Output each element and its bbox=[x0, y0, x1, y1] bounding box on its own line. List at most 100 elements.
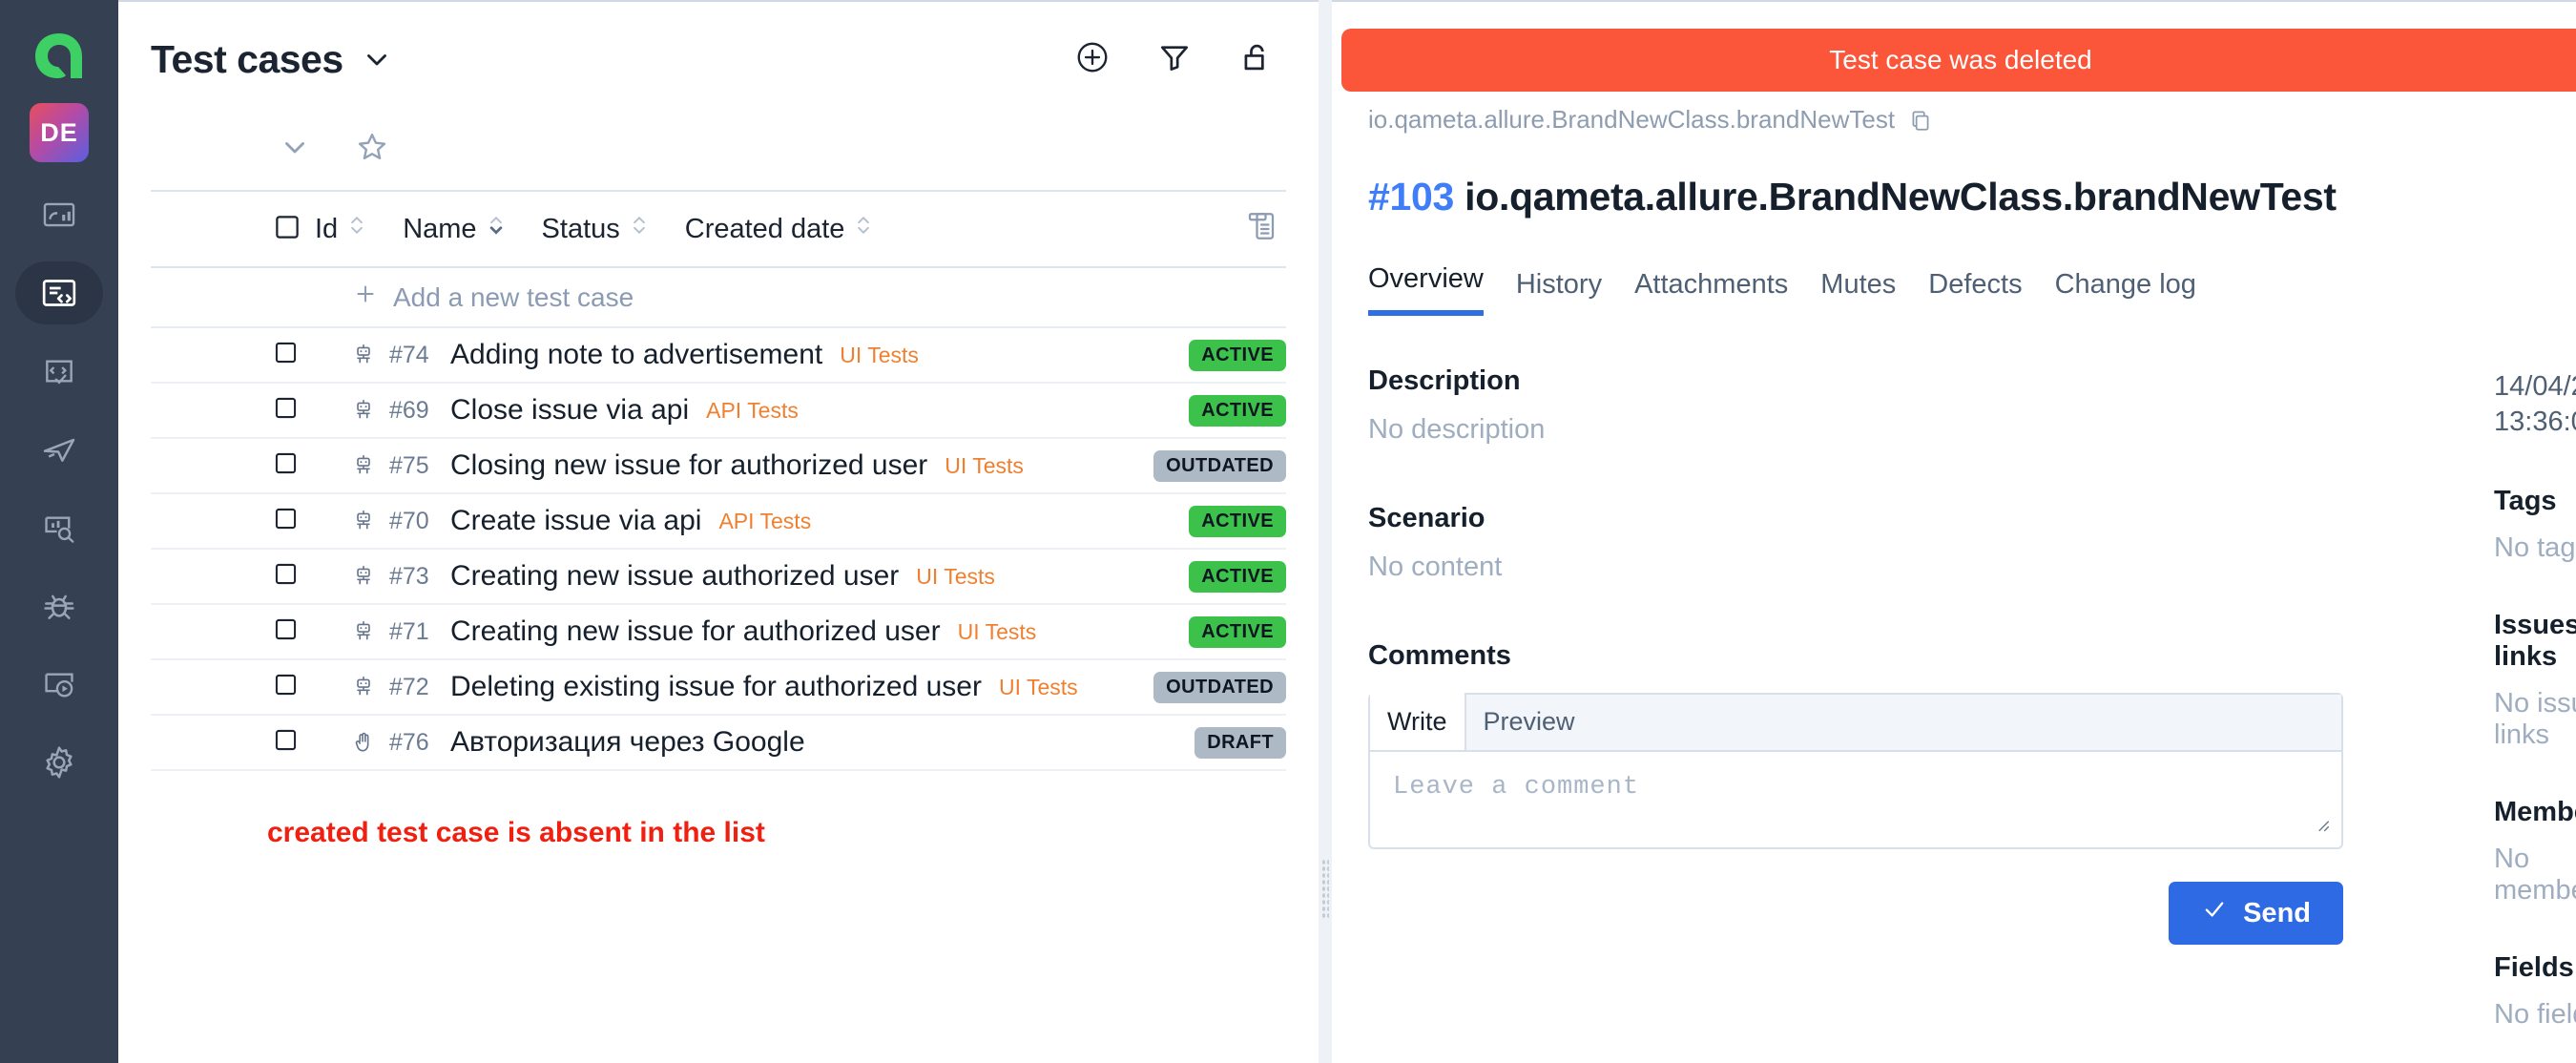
column-header-id[interactable]: Id bbox=[315, 212, 366, 246]
row-id: #71 bbox=[389, 617, 429, 645]
row-tag: UI Tests bbox=[998, 674, 1078, 699]
tab-overview[interactable]: Overview bbox=[1368, 263, 1484, 316]
toast-notification[interactable]: Test case was deleted bbox=[1341, 29, 2576, 92]
column-header-created-date[interactable]: Created date bbox=[685, 212, 874, 246]
status-badge: OUTDATED bbox=[1153, 671, 1286, 703]
fields-value[interactable]: No fields bbox=[2494, 999, 2576, 1031]
tab-mutes[interactable]: Mutes bbox=[1820, 269, 1896, 316]
page-title: #103 io.qameta.allure.BrandNewClass.bran… bbox=[1368, 175, 2576, 219]
table-row[interactable]: #76 Авторизация через Google DRAFT bbox=[151, 716, 1286, 771]
resize-grip-icon[interactable] bbox=[2311, 813, 2332, 840]
columns-settings-button[interactable] bbox=[1244, 209, 1278, 248]
sidebar-item-analytics[interactable] bbox=[15, 496, 103, 559]
comment-placeholder: Leave a comment bbox=[1393, 773, 1640, 802]
robot-icon bbox=[351, 453, 376, 478]
tab-attachments[interactable]: Attachments bbox=[1634, 269, 1788, 316]
row-tag: UI Tests bbox=[916, 563, 995, 589]
chevron-down-icon[interactable] bbox=[361, 43, 393, 75]
add-new-test-case-row[interactable]: Add a new test case bbox=[151, 266, 1286, 328]
table-row[interactable]: #69 Close issue via api API Tests ACTIVE bbox=[151, 384, 1286, 439]
avatar[interactable]: DE bbox=[30, 103, 89, 162]
tab-preview[interactable]: Preview bbox=[1466, 693, 1592, 750]
sidebar-item-reports[interactable] bbox=[15, 653, 103, 716]
description-value: No description bbox=[1368, 414, 1546, 445]
detail-body: io.qameta.allure.BrandNewClass.brandNewT… bbox=[1332, 2, 2576, 1063]
test-plans-icon bbox=[41, 353, 77, 389]
test-cases-icon bbox=[40, 274, 78, 312]
row-checkbox[interactable] bbox=[273, 450, 299, 481]
tree-toolbar bbox=[118, 116, 1319, 190]
sidebar-item-defects[interactable] bbox=[15, 574, 103, 637]
sidebar-item-test-plans[interactable] bbox=[15, 340, 103, 403]
row-name: Creating new issue for authorized user bbox=[450, 615, 941, 647]
sort-icon bbox=[854, 212, 873, 246]
row-checkbox[interactable] bbox=[273, 506, 299, 536]
panel-splitter[interactable] bbox=[1319, 0, 1332, 1063]
issues-links-heading: Issues links bbox=[2494, 610, 2576, 673]
check-icon bbox=[2201, 896, 2228, 930]
table-row[interactable]: #70 Create issue via api API Tests ACTIV… bbox=[151, 494, 1286, 550]
tab-change-log[interactable]: Change log bbox=[2055, 269, 2196, 316]
table-row[interactable]: #71 Creating new issue for authorized us… bbox=[151, 605, 1286, 660]
detail-content: Description No description Scenario No c… bbox=[1368, 365, 2576, 1063]
tags-value[interactable]: No tags bbox=[2494, 532, 2576, 564]
table-row[interactable]: #73 Creating new issue authorized user U… bbox=[151, 550, 1286, 605]
row-checkbox[interactable] bbox=[273, 340, 299, 370]
column-label: Id bbox=[315, 213, 339, 244]
scenario-heading: Scenario bbox=[1368, 503, 1485, 533]
table-row[interactable]: #74 Adding note to advertisement UI Test… bbox=[151, 328, 1286, 384]
robot-icon bbox=[351, 564, 376, 589]
detail-tabs: Overview History Attachments Mutes Defec… bbox=[1368, 263, 2576, 316]
description-heading: Description bbox=[1368, 365, 1521, 396]
column-header-status[interactable]: Status bbox=[542, 212, 649, 246]
unlock-icon bbox=[1238, 39, 1275, 80]
column-header-name[interactable]: Name bbox=[403, 212, 505, 246]
sidebar-item-test-cases[interactable] bbox=[15, 261, 103, 324]
filter-button[interactable] bbox=[1156, 39, 1193, 80]
copy-icon[interactable] bbox=[1908, 108, 1933, 133]
tab-history[interactable]: History bbox=[1516, 269, 1602, 316]
row-name: Creating new issue authorized user bbox=[450, 560, 900, 592]
robot-icon bbox=[351, 619, 376, 644]
issues-links-value[interactable]: No issues links bbox=[2494, 688, 2576, 751]
comment-input-area[interactable]: Leave a comment bbox=[1370, 752, 2341, 847]
sidebar-item-launches[interactable] bbox=[15, 418, 103, 481]
filter-icon bbox=[1156, 39, 1193, 80]
issues-links-block: Issues links No issues links bbox=[2494, 610, 2576, 751]
table-row[interactable]: #75 Closing new issue for authorized use… bbox=[151, 439, 1286, 494]
row-name: Авторизация через Google bbox=[450, 726, 805, 758]
lock-button[interactable] bbox=[1238, 39, 1275, 80]
comment-editor-tabs: Write Preview bbox=[1370, 693, 2341, 752]
row-checkbox[interactable] bbox=[273, 672, 299, 702]
status-badge: ACTIVE bbox=[1189, 560, 1286, 593]
sidebar-item-settings[interactable] bbox=[15, 731, 103, 794]
select-all-checkbox[interactable] bbox=[273, 213, 301, 246]
launches-icon bbox=[40, 430, 78, 469]
allure-logo-icon[interactable] bbox=[19, 17, 99, 97]
row-id: #73 bbox=[389, 562, 429, 590]
comments-heading: Comments bbox=[1368, 640, 1511, 671]
row-checkbox[interactable] bbox=[273, 561, 299, 592]
table-row[interactable]: #72 Deleting existing issue for authoriz… bbox=[151, 660, 1286, 716]
test-cases-panel: Test cases Id Name Status Created date A… bbox=[118, 0, 1319, 1063]
row-name: Closing new issue for authorized user bbox=[450, 449, 928, 481]
favorites-button[interactable] bbox=[355, 130, 389, 169]
row-id: #70 bbox=[389, 507, 429, 534]
send-button[interactable]: Send bbox=[2169, 882, 2343, 945]
tab-write[interactable]: Write bbox=[1370, 693, 1466, 750]
column-label: Created date bbox=[684, 213, 845, 244]
status-badge-label: ACTIVE bbox=[1189, 394, 1286, 427]
scenario-section: Scenario No content bbox=[1368, 503, 2399, 583]
row-name: Create issue via api bbox=[450, 505, 702, 536]
row-checkbox[interactable] bbox=[273, 395, 299, 426]
sidebar-item-dashboards[interactable] bbox=[15, 183, 103, 246]
tab-defects[interactable]: Defects bbox=[1928, 269, 2022, 316]
row-name: Deleting existing issue for authorized u… bbox=[450, 671, 982, 702]
expand-tree-button[interactable] bbox=[279, 131, 311, 168]
comment-actions: Send bbox=[1368, 882, 2343, 945]
add-test-case-button[interactable] bbox=[1074, 39, 1111, 80]
status-badge: ACTIVE bbox=[1189, 505, 1286, 537]
row-checkbox[interactable] bbox=[273, 616, 299, 647]
members-value[interactable]: No members bbox=[2494, 844, 2576, 907]
row-checkbox[interactable] bbox=[273, 727, 299, 758]
